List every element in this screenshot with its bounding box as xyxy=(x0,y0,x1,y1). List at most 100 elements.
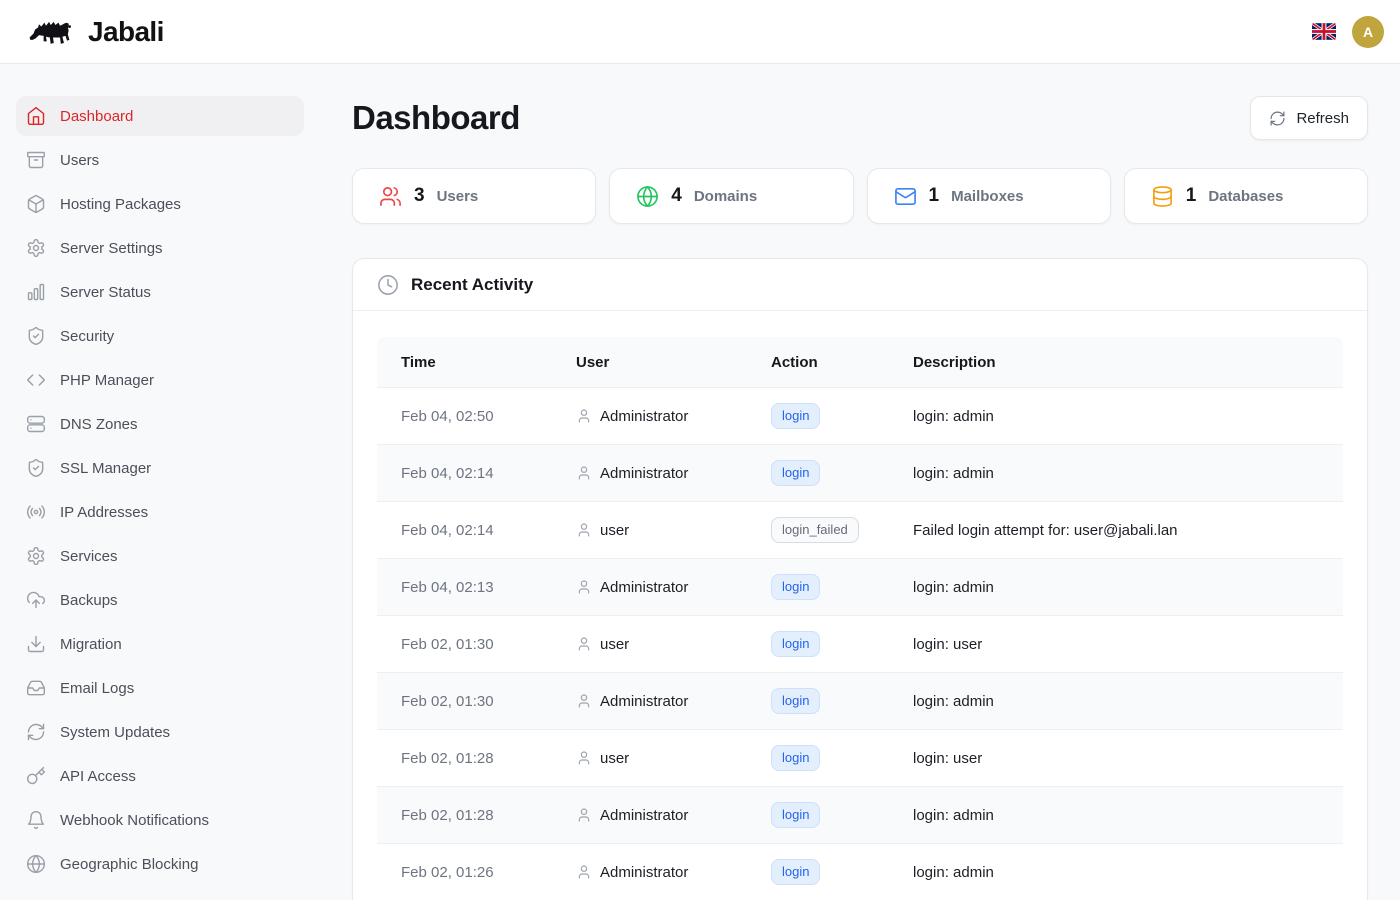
sidebar-item-label: Geographic Blocking xyxy=(60,856,198,873)
activity-time: Feb 04, 02:13 xyxy=(377,579,576,596)
brand-logo[interactable]: Jabali xyxy=(28,13,164,51)
stat-label: Users xyxy=(437,188,479,205)
activity-description: login: admin xyxy=(913,864,1343,881)
action-badge: login xyxy=(771,574,820,600)
users-icon xyxy=(379,185,402,208)
sidebar-item-ip-addresses[interactable]: IP Addresses xyxy=(16,492,304,532)
stat-label: Databases xyxy=(1208,188,1283,205)
activity-table-body: Feb 04, 02:50Administratorloginlogin: ad… xyxy=(377,387,1343,900)
user-icon xyxy=(576,693,592,709)
sidebar-item-services[interactable]: Services xyxy=(16,536,304,576)
sidebar-item-geographic-blocking[interactable]: Geographic Blocking xyxy=(16,844,304,884)
globe-icon xyxy=(636,185,659,208)
refresh-icon xyxy=(1269,110,1286,127)
sidebar-item-label: System Updates xyxy=(60,724,170,741)
home-icon xyxy=(26,106,46,126)
sidebar-item-dns-zones[interactable]: DNS Zones xyxy=(16,404,304,444)
activity-description: login: admin xyxy=(913,579,1343,596)
action-badge: login xyxy=(771,631,820,657)
action-badge: login xyxy=(771,403,820,429)
activity-description: login: admin xyxy=(913,807,1343,824)
activity-user: Administrator xyxy=(576,864,771,881)
stat-card-domains[interactable]: 4 Domains xyxy=(609,168,853,224)
sidebar-item-label: Users xyxy=(60,152,99,169)
activity-time: Feb 02, 01:30 xyxy=(377,636,576,653)
archive-icon xyxy=(26,150,46,170)
package-icon xyxy=(26,194,46,214)
activity-description: Failed login attempt for: user@jabali.la… xyxy=(913,522,1343,539)
sidebar-item-server-settings[interactable]: Server Settings xyxy=(16,228,304,268)
sidebar-item-ssl-manager[interactable]: SSL Manager xyxy=(16,448,304,488)
sidebar-item-api-access[interactable]: API Access xyxy=(16,756,304,796)
sidebar-item-security[interactable]: Security xyxy=(16,316,304,356)
sidebar-item-label: Security xyxy=(60,328,114,345)
stat-label: Domains xyxy=(694,188,757,205)
sidebar-item-backups[interactable]: Backups xyxy=(16,580,304,620)
activity-row: Feb 02, 01:30Administratorloginlogin: ad… xyxy=(377,672,1343,729)
top-bar: Jabali A xyxy=(0,0,1400,64)
gear-icon xyxy=(26,546,46,566)
clock-icon xyxy=(377,274,399,296)
sidebar-item-dashboard[interactable]: Dashboard xyxy=(16,96,304,136)
cloud-upload-icon xyxy=(26,590,46,610)
action-badge: login xyxy=(771,745,820,771)
activity-time: Feb 02, 01:28 xyxy=(377,807,576,824)
user-icon xyxy=(576,750,592,766)
recent-activity-header: Recent Activity xyxy=(353,259,1367,311)
activity-description: login: admin xyxy=(913,693,1343,710)
stat-card-users[interactable]: 3 Users xyxy=(352,168,596,224)
activity-row: Feb 02, 01:28userloginlogin: user xyxy=(377,729,1343,786)
sidebar-item-webhook-notifications[interactable]: Webhook Notifications xyxy=(16,800,304,840)
user-icon xyxy=(576,522,592,538)
sidebar-item-system-updates[interactable]: System Updates xyxy=(16,712,304,752)
column-header-action: Action xyxy=(771,354,913,371)
sidebar-item-label: Hosting Packages xyxy=(60,196,181,213)
activity-description: login: user xyxy=(913,750,1343,767)
activity-time: Feb 02, 01:28 xyxy=(377,750,576,767)
action-badge: login xyxy=(771,460,820,486)
sidebar-item-label: Backups xyxy=(60,592,118,609)
sidebar-item-label: SSL Manager xyxy=(60,460,151,477)
stat-value: 1 xyxy=(1186,185,1197,207)
sidebar-item-label: Migration xyxy=(60,636,122,653)
activity-description: login: admin xyxy=(913,408,1343,425)
stat-card-databases[interactable]: 1 Databases xyxy=(1124,168,1368,224)
stat-card-mailboxes[interactable]: 1Mailboxes xyxy=(867,168,1111,224)
stat-label: Mailboxes xyxy=(951,188,1024,205)
stats-row: 3 Users 4 Domains 1Mailboxes 1 Databases xyxy=(352,168,1368,224)
action-badge: login xyxy=(771,688,820,714)
sidebar-item-server-status[interactable]: Server Status xyxy=(16,272,304,312)
user-icon xyxy=(576,864,592,880)
boar-icon xyxy=(28,13,78,51)
avatar[interactable]: A xyxy=(1352,16,1384,48)
activity-row: Feb 02, 01:28Administratorloginlogin: ad… xyxy=(377,786,1343,843)
refresh-icon xyxy=(26,722,46,742)
sidebar-item-label: Dashboard xyxy=(60,108,133,125)
sidebar-item-label: Email Logs xyxy=(60,680,134,697)
activity-time: Feb 04, 02:50 xyxy=(377,408,576,425)
gear-icon xyxy=(26,238,46,258)
sidebar-item-php-manager[interactable]: PHP Manager xyxy=(16,360,304,400)
refresh-button[interactable]: Refresh xyxy=(1250,96,1368,140)
recent-activity-card: Recent Activity TimeUserActionDescriptio… xyxy=(352,258,1368,900)
activity-time: Feb 02, 01:30 xyxy=(377,693,576,710)
sidebar-item-migration[interactable]: Migration xyxy=(16,624,304,664)
action-badge: login xyxy=(771,859,820,885)
stat-value: 3 xyxy=(414,185,425,207)
user-icon xyxy=(576,636,592,652)
uk-flag-icon[interactable] xyxy=(1312,23,1336,40)
code-icon xyxy=(26,370,46,390)
sidebar-item-hosting-packages[interactable]: Hosting Packages xyxy=(16,184,304,224)
sidebar-item-email-logs[interactable]: Email Logs xyxy=(16,668,304,708)
sidebar-item-users[interactable]: Users xyxy=(16,140,304,180)
page-title: Dashboard xyxy=(352,96,520,140)
activity-user: user xyxy=(576,636,771,653)
refresh-button-label: Refresh xyxy=(1296,110,1349,127)
user-icon xyxy=(576,579,592,595)
server-stack-icon xyxy=(26,414,46,434)
column-header-description: Description xyxy=(913,354,1343,371)
activity-row: Feb 04, 02:14Administratorloginlogin: ad… xyxy=(377,444,1343,501)
download-icon xyxy=(26,634,46,654)
activity-table: TimeUserActionDescription Feb 04, 02:50A… xyxy=(377,337,1343,900)
stat-value: 4 xyxy=(671,185,682,207)
